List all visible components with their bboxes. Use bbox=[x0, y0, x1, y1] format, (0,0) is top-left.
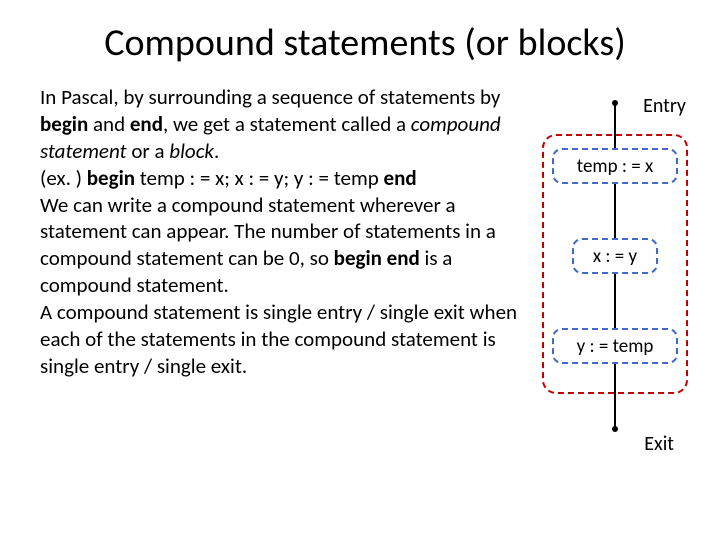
stmt-node-1: temp : = x bbox=[552, 148, 678, 184]
term-block: block bbox=[169, 138, 214, 164]
arrow-line bbox=[614, 274, 616, 328]
kw-begin-end: begin end bbox=[334, 245, 420, 271]
body-text: In Pascal, by surrounding a sequence of … bbox=[40, 84, 540, 380]
text: In Pascal, by surrounding a sequence of … bbox=[40, 84, 500, 110]
stmt-node-3: y : = temp bbox=[552, 328, 678, 364]
kw-begin: begin bbox=[40, 111, 88, 137]
stmt-node-2: x : = y bbox=[572, 238, 658, 274]
text: A compound statement is single entry / s… bbox=[40, 299, 517, 379]
text: and bbox=[88, 111, 130, 137]
text: , we get a statement called a bbox=[163, 111, 411, 137]
arrow-line bbox=[614, 184, 616, 238]
entry-label: Entry bbox=[643, 94, 686, 118]
text: or a bbox=[127, 138, 170, 164]
text: . bbox=[214, 138, 219, 164]
example-prefix: (ex. ) bbox=[40, 165, 87, 191]
kw-end: end bbox=[384, 165, 417, 191]
arrow-line bbox=[614, 364, 616, 428]
exit-dot-icon bbox=[612, 426, 618, 432]
slide: Compound statements (or blocks) In Pasca… bbox=[0, 0, 720, 400]
slide-title: Compound statements (or blocks) bbox=[40, 20, 690, 66]
kw-begin: begin bbox=[87, 165, 135, 191]
kw-end: end bbox=[130, 111, 163, 137]
content-row: In Pascal, by surrounding a sequence of … bbox=[40, 84, 690, 380]
exit-label: Exit bbox=[644, 432, 674, 456]
example-body: temp : = x; x : = y; y : = temp bbox=[135, 165, 384, 191]
